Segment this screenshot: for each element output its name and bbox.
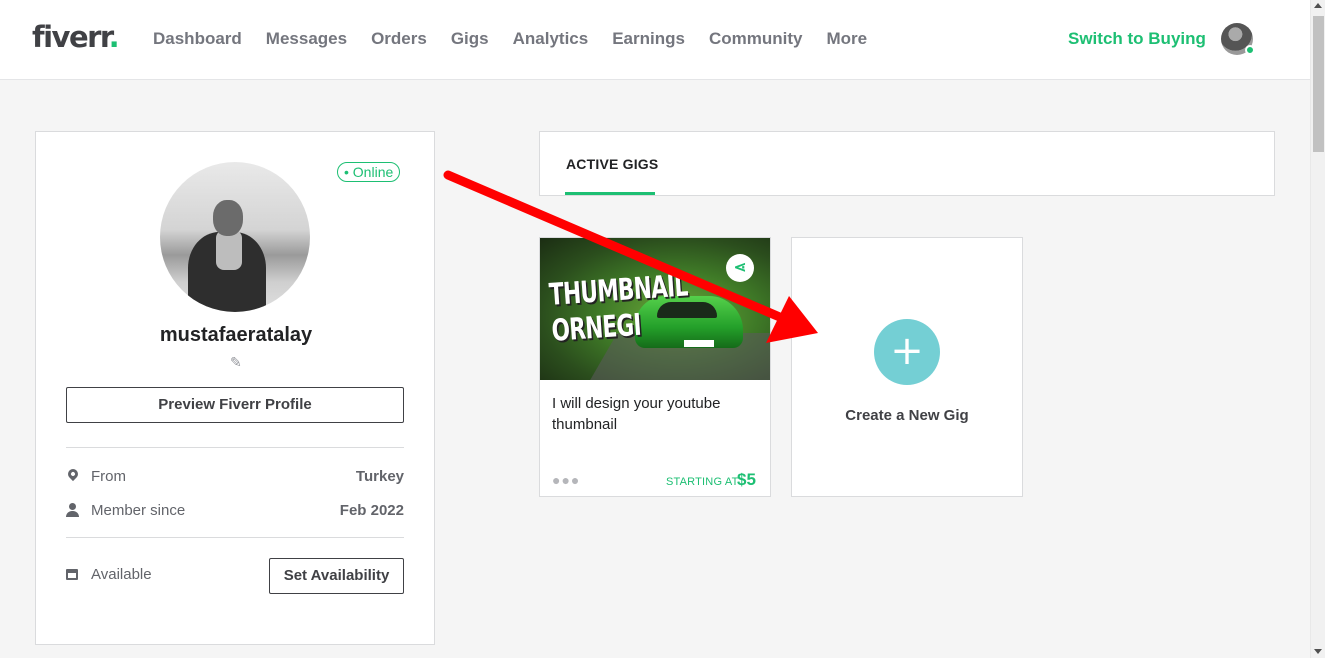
plus-icon[interactable]: + [874, 319, 940, 385]
from-label: From [91, 468, 126, 485]
share-icon[interactable]: ⋖ [726, 254, 754, 282]
image-plate [684, 340, 714, 347]
member-since-value: Feb 2022 [339, 502, 404, 519]
create-new-gig-card[interactable]: + Create a New Gig [791, 237, 1023, 497]
profile-photo[interactable] [160, 162, 310, 312]
profile-username: mustafaeratalay [159, 324, 313, 346]
nav-earnings[interactable]: Earnings [612, 29, 685, 49]
gig-card[interactable]: THUMBNAIL ORNEGI ⋖ I will design your you… [539, 237, 771, 497]
thumbnail-text-line-1: THUMBNAIL [548, 268, 689, 313]
nav-more[interactable]: More [826, 29, 867, 49]
thumbnail-text-line-2: ORNEGI [550, 307, 643, 349]
from-value: Turkey [355, 468, 404, 485]
online-badge: • Online [337, 162, 401, 182]
edit-pencil-icon[interactable]: ✎ [230, 354, 242, 371]
main-nav: Dashboard Messages Orders Gigs Analytics… [153, 29, 891, 49]
gigs-tabs-bar: ACTIVE GIGS [539, 131, 1275, 196]
from-row: From Turkey [65, 466, 404, 487]
profile-card: • Online mustafaeratalay ✎ Preview Fiver… [35, 131, 435, 645]
nav-orders[interactable]: Orders [371, 29, 427, 49]
nav-messages[interactable]: Messages [266, 29, 347, 49]
nav-dashboard[interactable]: Dashboard [153, 29, 242, 49]
available-label: Available [91, 566, 152, 583]
header-avatar[interactable] [1221, 23, 1255, 55]
scroll-down-arrow-icon[interactable] [1314, 649, 1322, 654]
more-options-icon[interactable]: ●●● [552, 472, 580, 488]
location-pin-icon [65, 466, 81, 482]
gig-title[interactable]: I will design your youtube thumbnail [552, 393, 757, 435]
page-scrollbar[interactable] [1310, 0, 1325, 658]
photo-figure-head [213, 200, 243, 236]
fiverr-logo[interactable]: fiverr. [32, 20, 120, 54]
create-new-gig-label[interactable]: Create a New Gig [792, 407, 1022, 424]
nav-community[interactable]: Community [709, 29, 803, 49]
divider [66, 537, 404, 538]
scroll-up-arrow-icon[interactable] [1314, 3, 1322, 8]
divider [66, 447, 404, 448]
tab-active-gigs[interactable]: ACTIVE GIGS [566, 156, 658, 172]
online-status-dot [1245, 45, 1255, 55]
photo-figure-neck [216, 230, 242, 270]
calendar-icon [66, 569, 78, 580]
gig-price: $5 [737, 470, 756, 489]
scroll-thumb[interactable] [1313, 16, 1324, 152]
user-icon [66, 503, 80, 517]
member-since-row: Member since Feb 2022 [66, 501, 404, 521]
member-since-label: Member since [91, 502, 186, 519]
top-header: fiverr. Dashboard Messages Orders Gigs A… [0, 0, 1310, 80]
nav-gigs[interactable]: Gigs [451, 29, 489, 49]
set-availability-button[interactable]: Set Availability [269, 558, 404, 594]
thumbnail-overlay-text: THUMBNAIL ORNEGI [548, 268, 691, 349]
gig-thumbnail-image[interactable]: THUMBNAIL ORNEGI ⋖ [540, 238, 770, 380]
nav-analytics[interactable]: Analytics [513, 29, 589, 49]
starting-at-label: STARTING AT [666, 476, 739, 488]
active-tab-indicator [565, 192, 655, 195]
switch-to-buying-link[interactable]: Switch to Buying [1068, 29, 1206, 49]
preview-profile-button[interactable]: Preview Fiverr Profile [66, 387, 404, 423]
